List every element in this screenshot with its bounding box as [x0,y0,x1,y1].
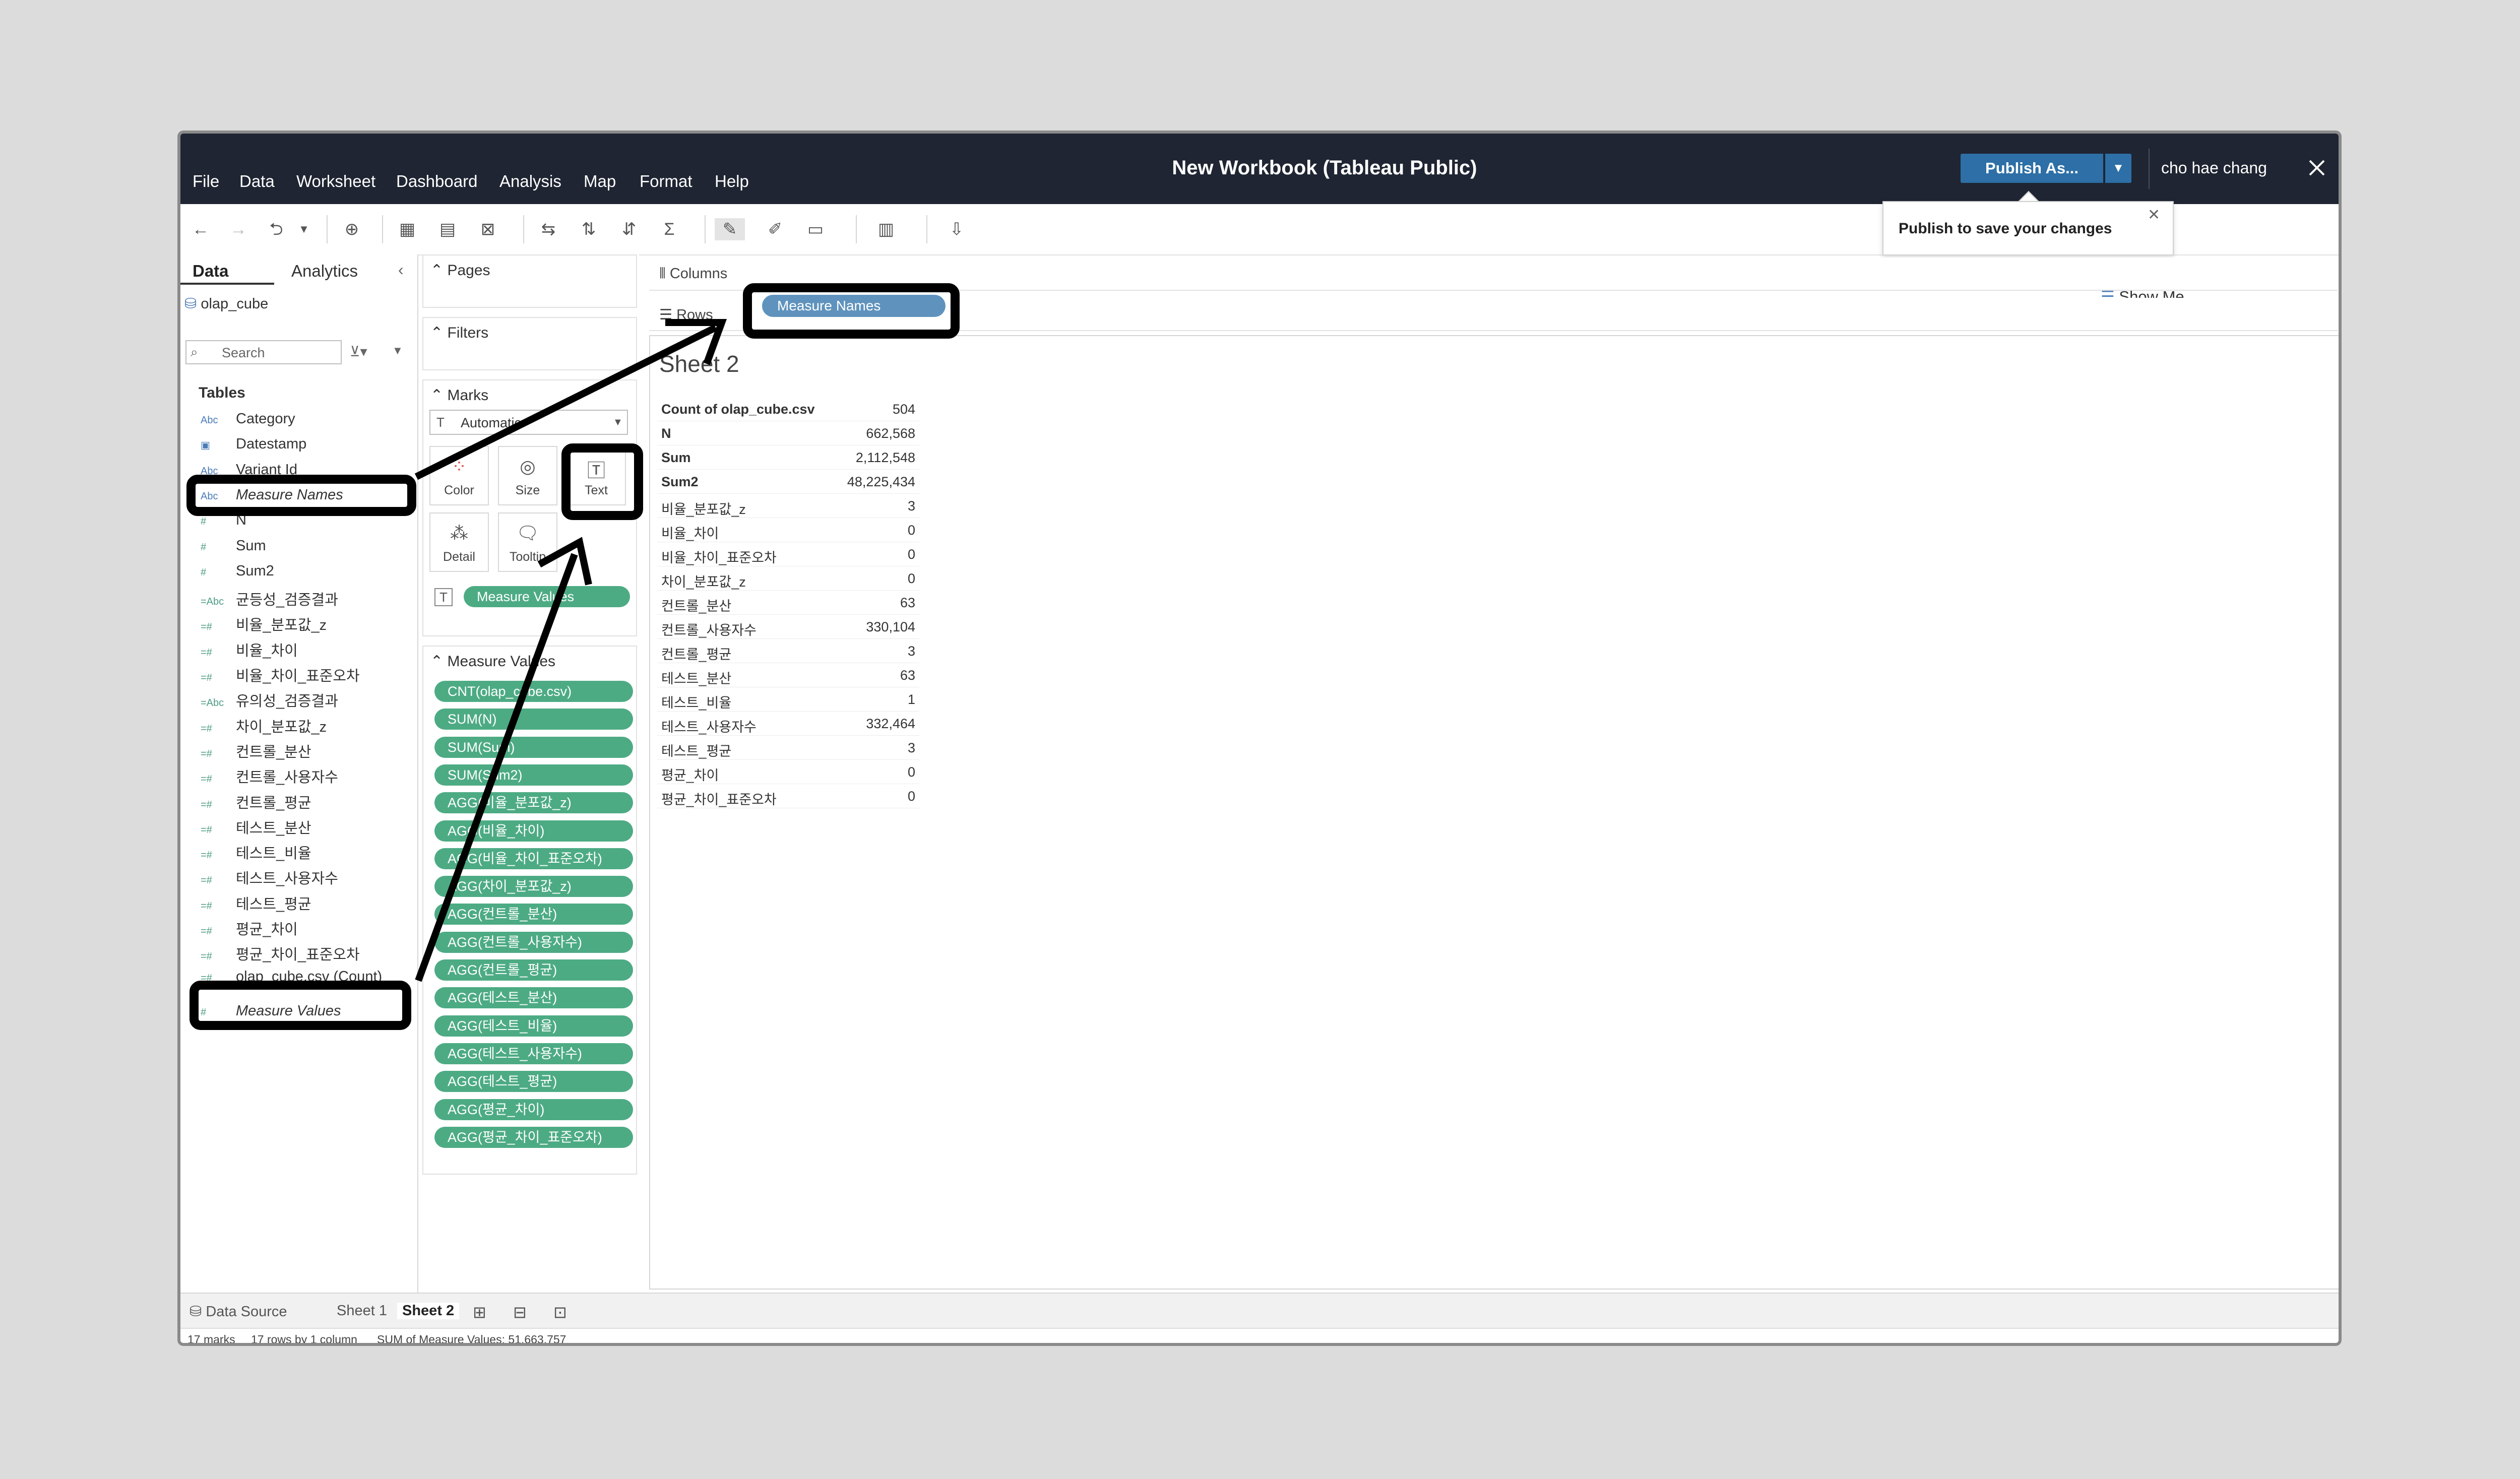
annotation-arrows [414,319,727,982]
